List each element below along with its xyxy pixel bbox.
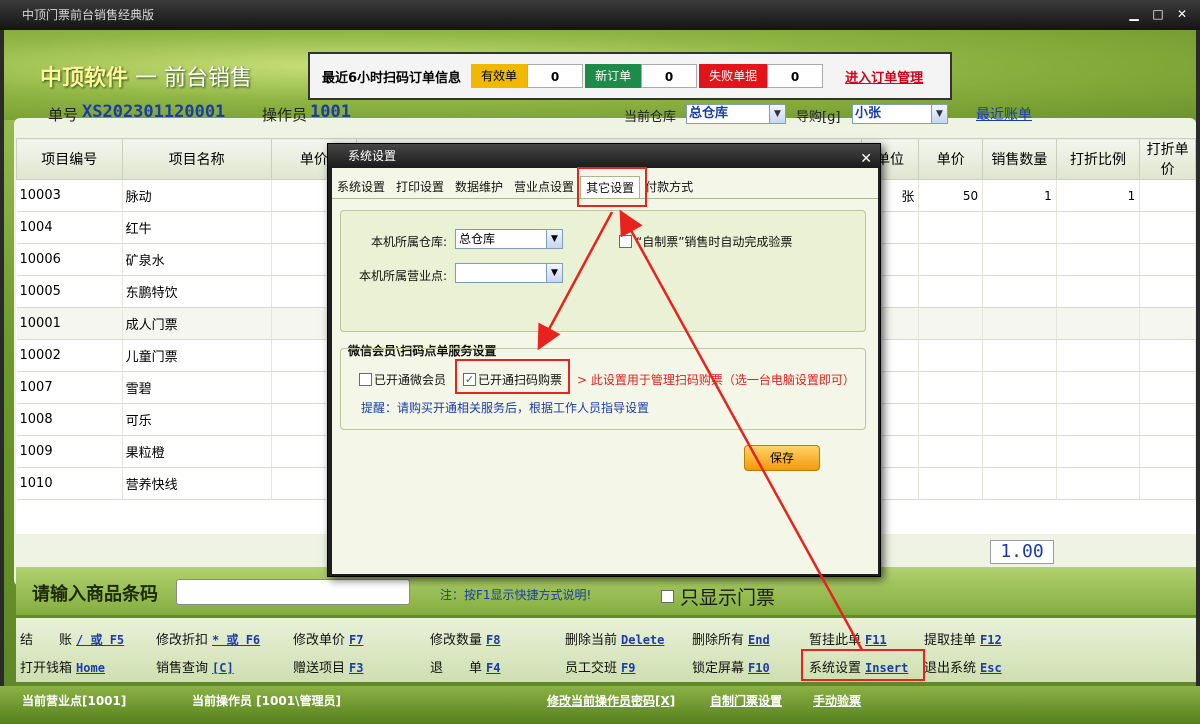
main-window: 中顶门票前台销售经典版 ▁ □ ✕ 中顶软件 一 前台销售 最近6小时扫码订单信…	[0, 0, 1200, 724]
arrow-to-other-tab	[619, 209, 864, 651]
annotation-arrows	[537, 209, 864, 651]
arrow-to-scan-option	[537, 211, 614, 351]
